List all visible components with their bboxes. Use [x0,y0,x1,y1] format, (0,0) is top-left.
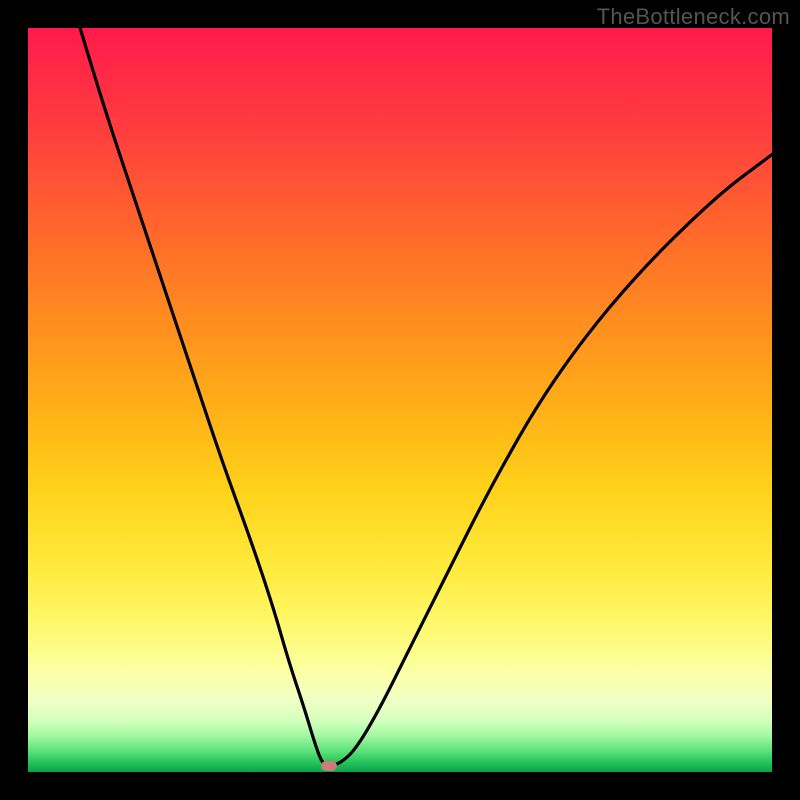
plot-area [28,28,772,772]
chart-frame: TheBottleneck.com [0,0,800,800]
optimal-point-marker [321,761,337,771]
watermark-text: TheBottleneck.com [597,4,790,30]
bottleneck-curve [28,28,772,772]
curve-path [80,28,772,765]
